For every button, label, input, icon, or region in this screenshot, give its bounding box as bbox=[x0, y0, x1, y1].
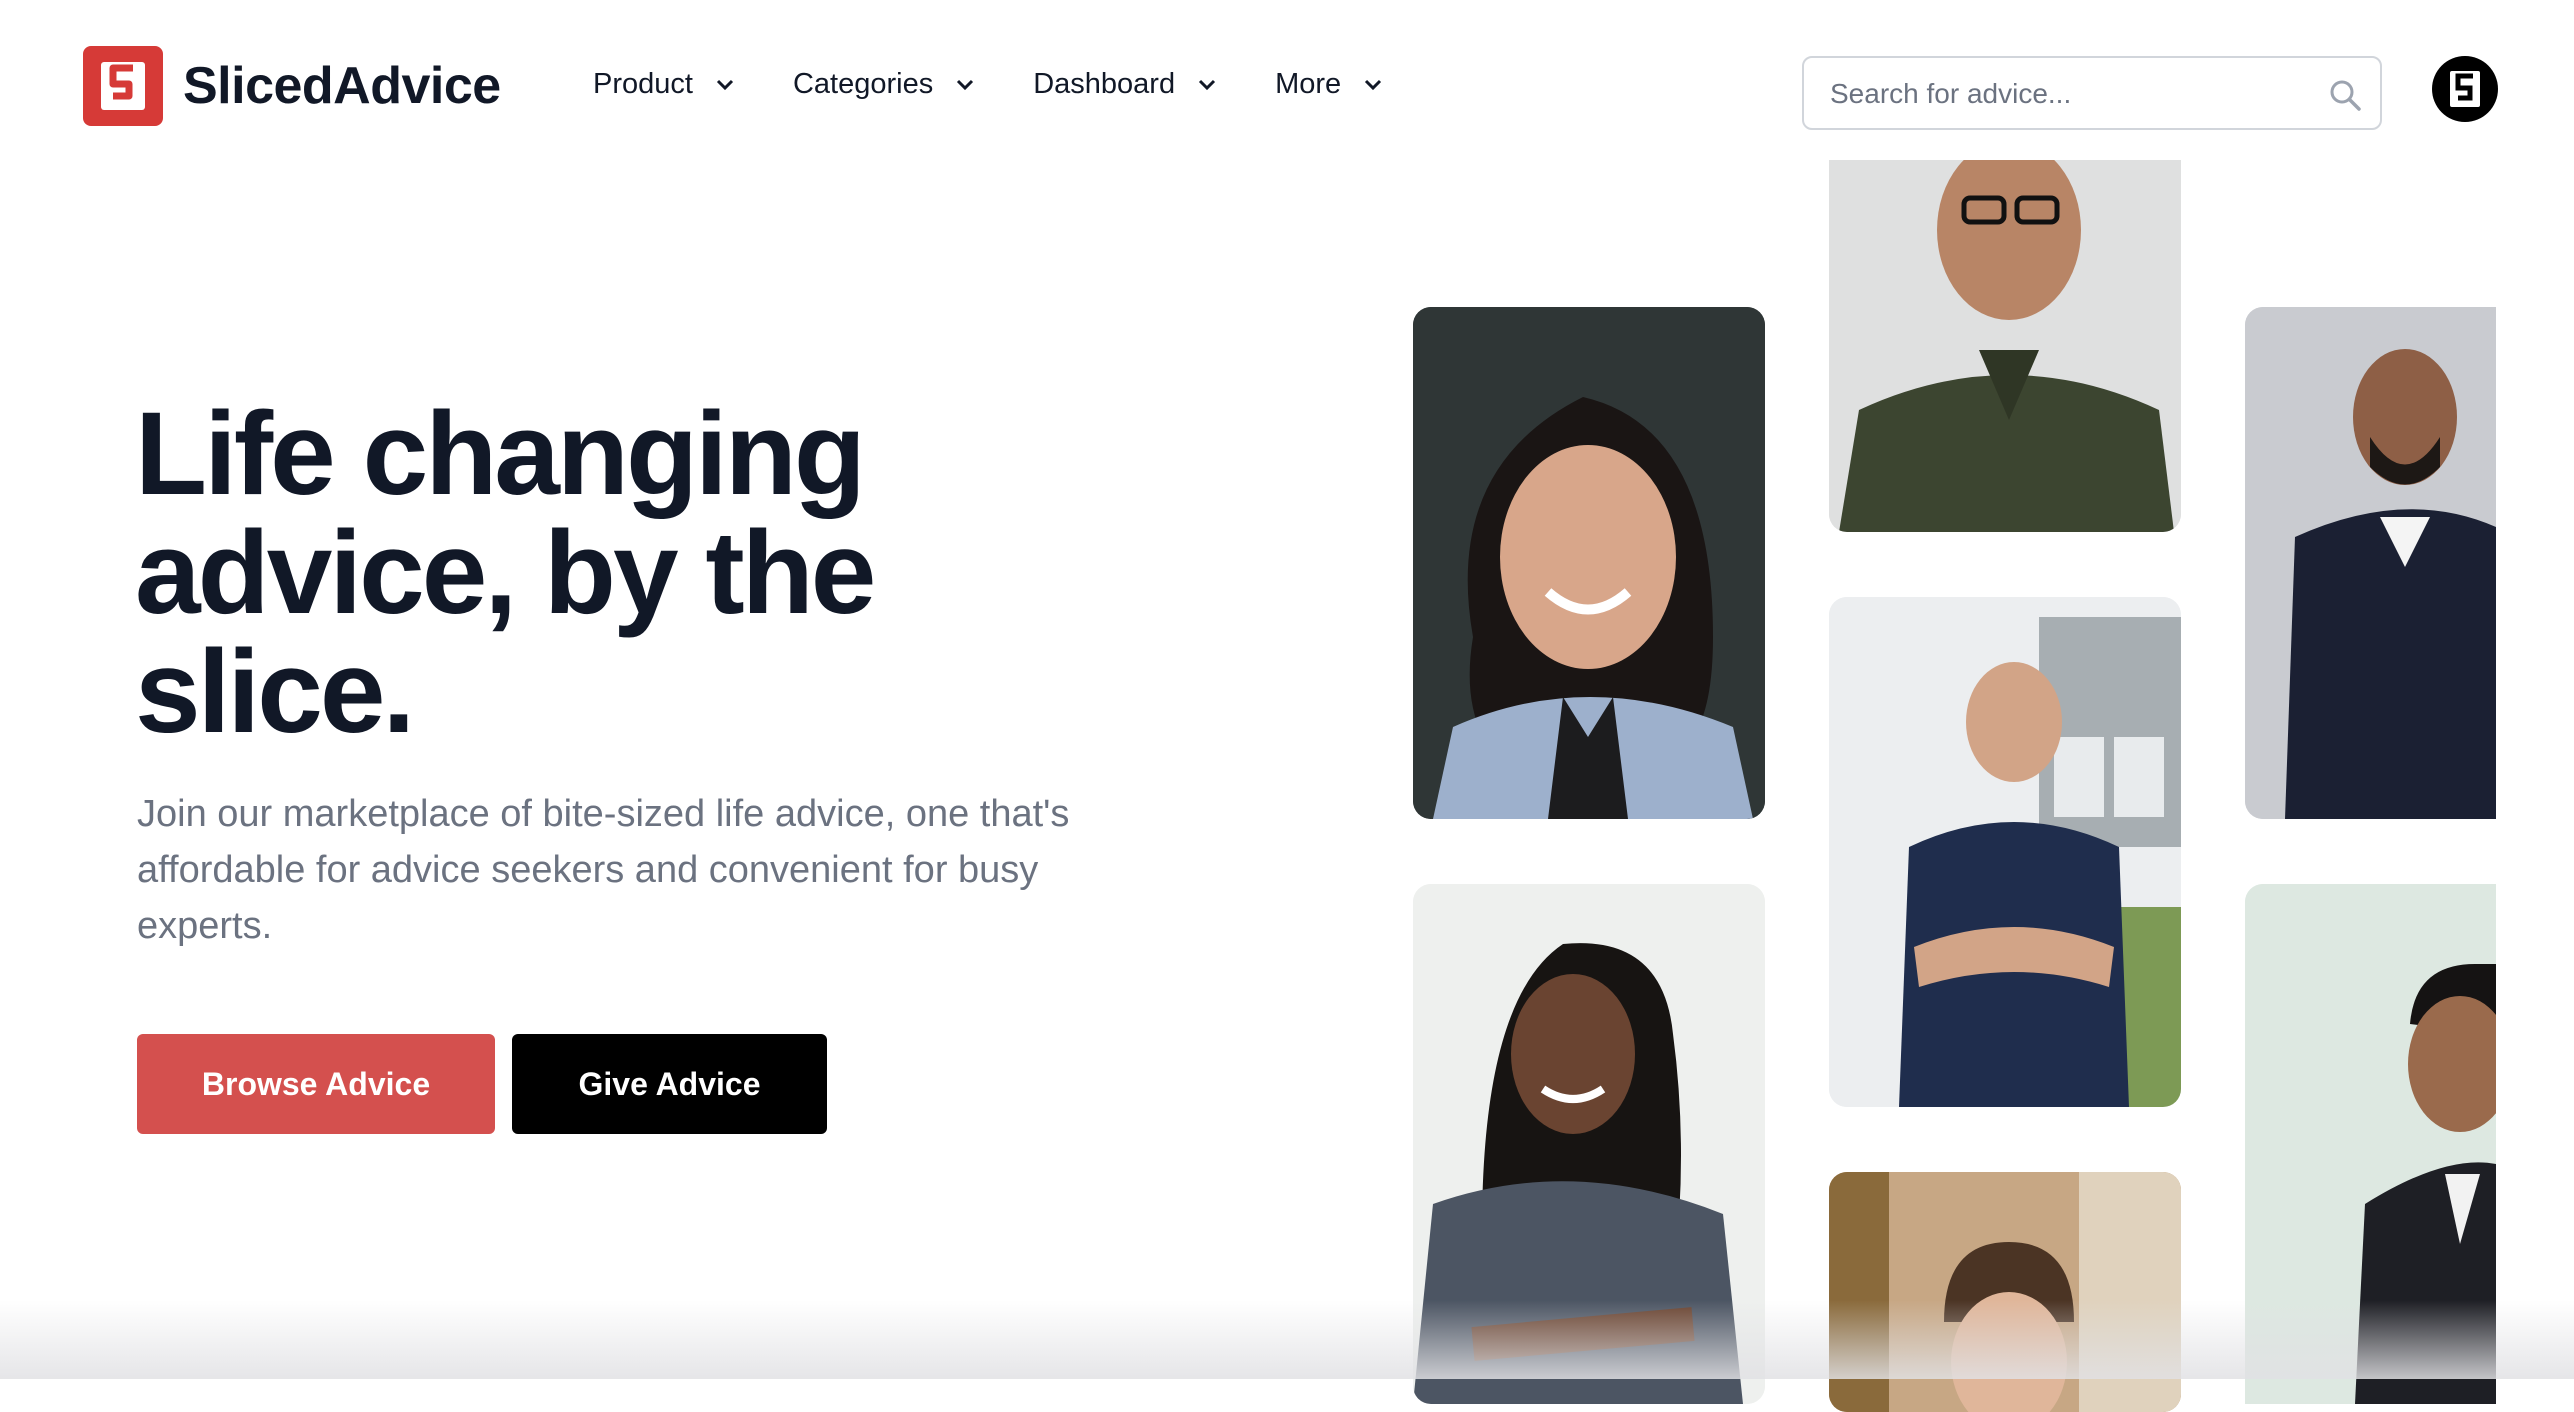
search-input[interactable] bbox=[1828, 58, 2312, 130]
brand-logo[interactable]: SlicedAdvice bbox=[83, 46, 501, 126]
chevron-down-icon bbox=[716, 79, 734, 90]
brand-name: SlicedAdvice bbox=[183, 57, 501, 115]
nav-product-label: Product bbox=[593, 68, 693, 100]
nav-more-label: More bbox=[1275, 68, 1342, 100]
bottom-shadow bbox=[0, 1300, 2574, 1379]
nav-categories-label: Categories bbox=[792, 68, 934, 100]
user-avatar-logo-icon bbox=[2450, 71, 2480, 107]
hero-subtitle: Join our marketplace of bite-sized life … bbox=[137, 793, 1070, 947]
hero-title: Life changing advice, by the slice. bbox=[135, 388, 876, 758]
user-avatar[interactable] bbox=[2432, 56, 2498, 122]
expert-photo-woman-smiling bbox=[1413, 307, 1765, 819]
nav-product[interactable]: Product bbox=[593, 68, 735, 101]
give-advice-button[interactable]: Give Advice bbox=[512, 1034, 827, 1134]
expert-photo-man-arms-crossed bbox=[1829, 597, 2181, 1107]
search-box bbox=[1802, 56, 2382, 130]
chevron-down-icon bbox=[1365, 79, 1382, 90]
main-nav: Product Categories Dashboard More bbox=[593, 68, 1441, 101]
expert-photo-man-beard bbox=[2245, 307, 2496, 819]
nav-categories[interactable]: Categories bbox=[793, 68, 975, 101]
nav-dashboard-label: Dashboard bbox=[1033, 68, 1176, 100]
slicedadvice-logo-icon bbox=[83, 46, 163, 126]
nav-more[interactable]: More bbox=[1275, 68, 1383, 101]
expert-photo-man-glasses bbox=[1829, 160, 2181, 532]
chevron-down-icon bbox=[1199, 79, 1216, 90]
search-icon[interactable] bbox=[2328, 78, 2362, 112]
nav-dashboard[interactable]: Dashboard bbox=[1033, 68, 1217, 101]
browse-advice-button[interactable]: Browse Advice bbox=[137, 1034, 495, 1134]
chevron-down-icon bbox=[957, 79, 974, 90]
